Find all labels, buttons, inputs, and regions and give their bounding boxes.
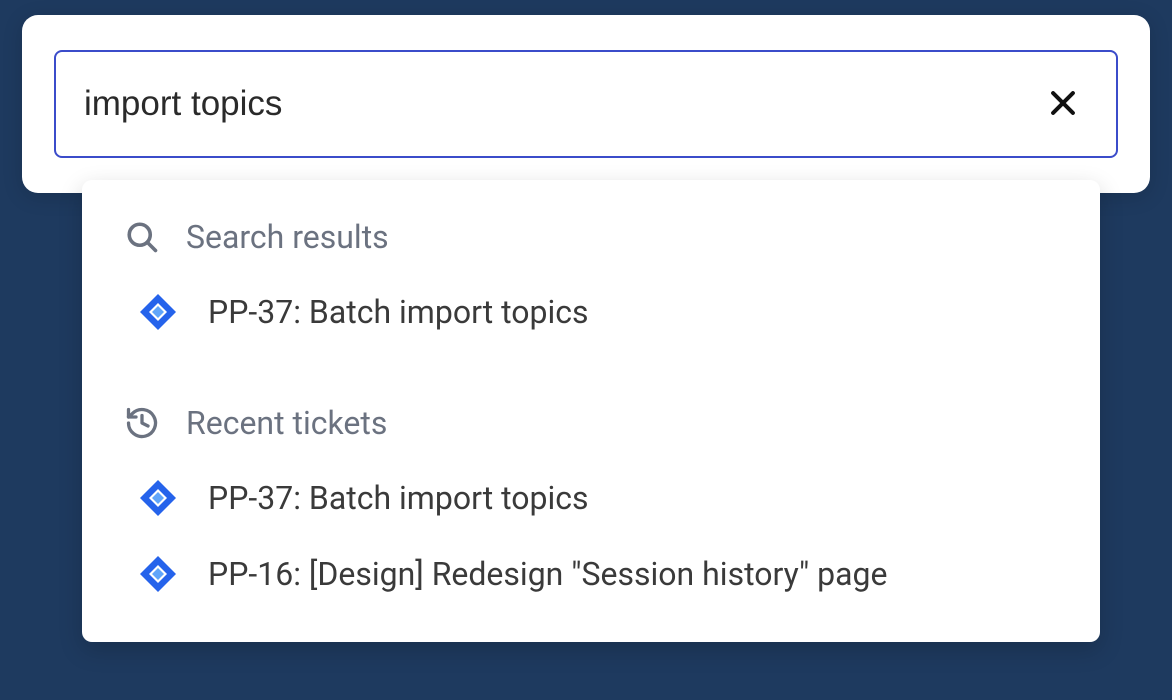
- search-input[interactable]: [84, 84, 1038, 124]
- jira-ticket-icon: [138, 478, 178, 518]
- section-header-search-results: Search results: [82, 200, 1100, 274]
- section-header-label: Recent tickets: [186, 404, 387, 442]
- search-icon: [124, 219, 160, 255]
- search-card: Search results PP-37: Batch import topic…: [22, 15, 1150, 193]
- search-input-wrapper: [54, 50, 1118, 158]
- history-icon: [124, 405, 160, 441]
- result-item-label: PP-37: Batch import topics: [208, 479, 589, 517]
- recent-ticket-item[interactable]: PP-16: [Design] Redesign "Session histor…: [82, 536, 1100, 612]
- close-icon: [1046, 86, 1080, 123]
- section-header-label: Search results: [186, 218, 389, 256]
- jira-ticket-icon: [138, 292, 178, 332]
- result-item-label: PP-37: Batch import topics: [208, 293, 589, 331]
- search-dropdown: Search results PP-37: Batch import topic…: [82, 180, 1100, 642]
- clear-button[interactable]: [1038, 78, 1088, 131]
- section-header-recent-tickets: Recent tickets: [82, 386, 1100, 460]
- jira-ticket-icon: [138, 554, 178, 594]
- result-item-label: PP-16: [Design] Redesign "Session histor…: [208, 555, 887, 593]
- recent-ticket-item[interactable]: PP-37: Batch import topics: [82, 460, 1100, 536]
- search-result-item[interactable]: PP-37: Batch import topics: [82, 274, 1100, 350]
- section-spacer: [82, 350, 1100, 386]
